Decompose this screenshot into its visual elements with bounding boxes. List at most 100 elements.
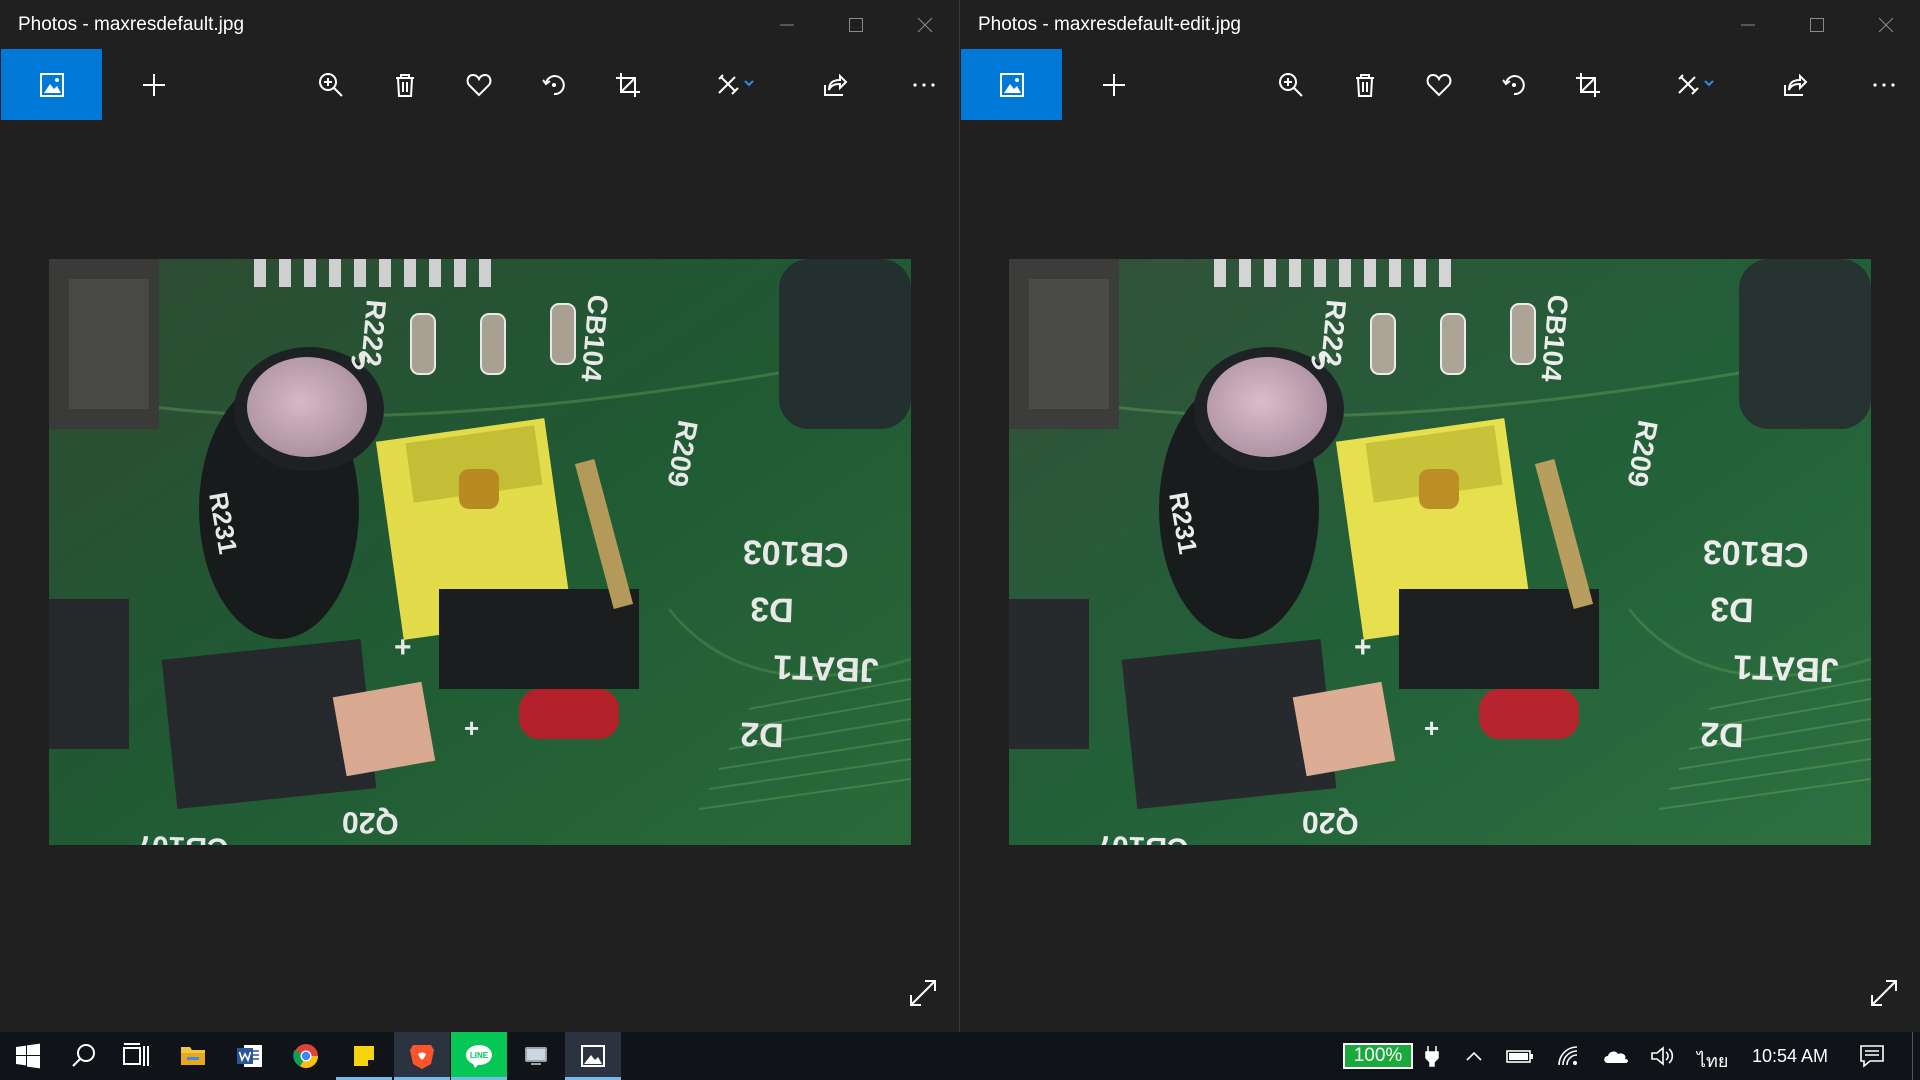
close-button[interactable] (1851, 0, 1920, 49)
label-jbat1: JBAT1 (1733, 647, 1839, 689)
photos-window-original: Photos - maxresdefault.jpg S R222 CB104 … (0, 0, 960, 1032)
collection-icon (999, 72, 1024, 97)
action-center-button[interactable] (1852, 1032, 1892, 1080)
photos-toolbar (0, 49, 959, 121)
rotate-icon (1502, 74, 1525, 95)
crop-button[interactable] (600, 49, 656, 120)
line-button[interactable]: LINE (451, 1032, 507, 1080)
share-icon (1784, 73, 1808, 96)
plug-icon (1425, 1046, 1439, 1067)
sticky-notes-button[interactable] (336, 1032, 392, 1080)
battery-percent-badge[interactable]: 100% (1343, 1043, 1413, 1069)
collection-button[interactable] (1, 49, 102, 120)
share-button[interactable] (807, 49, 863, 120)
settings-app-icon (525, 1047, 547, 1065)
network-button[interactable] (1552, 1032, 1588, 1080)
collection-icon (39, 72, 64, 97)
photo-canvas[interactable]: S R222 CB104 R209 R231 CB103 D3 JBAT1 D2… (49, 259, 911, 845)
file-explorer-icon (181, 1047, 205, 1065)
label-r222: R222 (1315, 298, 1352, 367)
title-bar[interactable]: Photos - maxresdefault.jpg (0, 0, 959, 49)
favorite-button[interactable] (1411, 49, 1467, 120)
sticky-notes-icon (354, 1046, 374, 1066)
close-button[interactable] (890, 0, 959, 49)
delete-button[interactable] (1337, 49, 1393, 120)
favorite-button[interactable] (451, 49, 507, 120)
photos-toolbar (960, 49, 1920, 121)
label-plus-1: + (394, 631, 412, 664)
input-language-indicator[interactable]: ไทย (1697, 1046, 1728, 1075)
start-button[interactable] (0, 1032, 56, 1080)
maximize-icon (848, 17, 863, 32)
onedrive-button[interactable] (1598, 1032, 1634, 1080)
chrome-button[interactable] (278, 1032, 334, 1080)
task-view-icon (123, 1043, 149, 1066)
close-icon (917, 17, 932, 32)
zoom-button[interactable] (303, 49, 359, 120)
search-button[interactable] (56, 1032, 112, 1080)
delete-button[interactable] (377, 49, 433, 120)
clock[interactable]: 10:54 AM (1752, 1046, 1828, 1067)
fullscreen-button[interactable] (1868, 977, 1900, 1009)
line-icon: LINE (466, 1045, 492, 1068)
more-icon (913, 82, 935, 87)
file-explorer-button[interactable] (165, 1032, 221, 1080)
edit-create-button[interactable] (700, 49, 770, 120)
label-cb103: CB103 (1702, 532, 1809, 574)
more-button[interactable] (1856, 49, 1912, 120)
minimize-icon (779, 24, 794, 25)
brave-icon (410, 1045, 434, 1069)
zoom-icon (319, 72, 343, 97)
volume-button[interactable] (1644, 1032, 1680, 1080)
battery-tray-button[interactable] (1502, 1032, 1538, 1080)
rotate-button[interactable] (526, 49, 582, 120)
label-d2: D2 (740, 714, 785, 753)
wifi-icon (1558, 1046, 1578, 1066)
circuit-board-photo: S R222 CB104 R209 R231 CB103 D3 JBAT1 D2… (49, 259, 911, 845)
power-plug-indicator[interactable] (1416, 1032, 1448, 1080)
word-button[interactable] (222, 1032, 278, 1080)
fullscreen-button[interactable] (907, 977, 939, 1009)
task-view-button[interactable] (108, 1032, 164, 1080)
label-jbat1: JBAT1 (773, 647, 879, 689)
chevron-up-icon (1466, 1051, 1482, 1061)
word-icon (237, 1045, 262, 1067)
brave-button[interactable] (394, 1032, 450, 1080)
rotate-button[interactable] (1486, 49, 1542, 120)
maximize-button[interactable] (1782, 0, 1851, 49)
more-button[interactable] (896, 49, 952, 120)
rotate-icon (542, 74, 565, 95)
photo-canvas[interactable]: S R222 CB104 R209 R231 CB103 D3 JBAT1 D2… (1009, 259, 1871, 845)
battery-icon (1506, 1050, 1533, 1063)
notification-icon (1860, 1045, 1884, 1068)
collection-button[interactable] (961, 49, 1062, 120)
share-button[interactable] (1767, 49, 1823, 120)
delete-icon (1356, 73, 1374, 97)
label-q20: Q20 (341, 805, 399, 840)
minimize-button[interactable] (1713, 0, 1782, 49)
label-d2: D2 (1700, 714, 1745, 753)
speaker-icon (1651, 1046, 1674, 1066)
label-q20: Q20 (1301, 805, 1359, 840)
expand-icon (1871, 980, 1897, 1006)
close-icon (1878, 17, 1893, 32)
add-button[interactable] (1086, 49, 1142, 120)
title-bar[interactable]: Photos - maxresdefault-edit.jpg (960, 0, 1920, 49)
settings-app-button[interactable] (508, 1032, 564, 1080)
maximize-button[interactable] (821, 0, 890, 49)
label-d3: D3 (1710, 589, 1755, 628)
edit-create-button[interactable] (1660, 49, 1730, 120)
minimize-button[interactable] (752, 0, 821, 49)
photos-taskbar-button[interactable] (565, 1032, 621, 1080)
crop-button[interactable] (1560, 49, 1616, 120)
add-icon (143, 73, 165, 96)
label-r222: R222 (355, 298, 392, 367)
show-desktop-divider[interactable] (1912, 1032, 1913, 1080)
more-icon (1873, 82, 1895, 87)
label-plus-1: + (1354, 631, 1372, 664)
show-hidden-icons-button[interactable] (1458, 1032, 1490, 1080)
zoom-button[interactable] (1263, 49, 1319, 120)
expand-icon (910, 980, 936, 1006)
favorite-icon (466, 73, 492, 96)
add-button[interactable] (126, 49, 182, 120)
